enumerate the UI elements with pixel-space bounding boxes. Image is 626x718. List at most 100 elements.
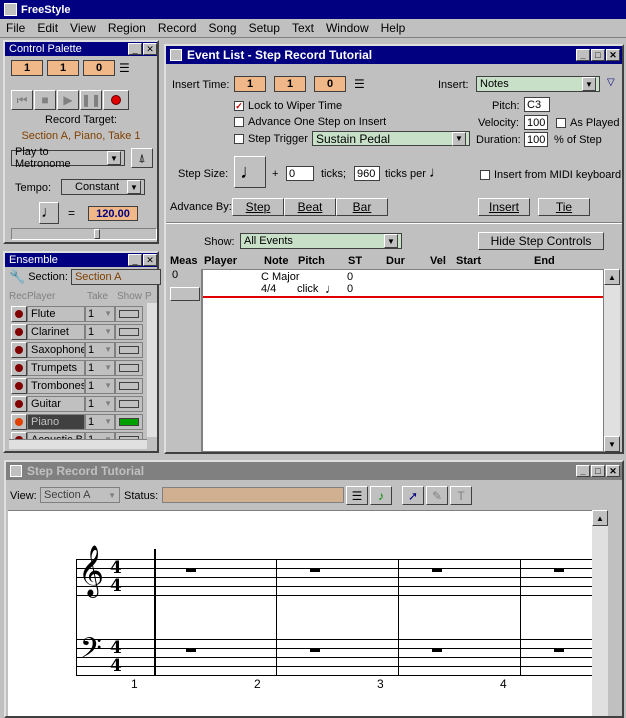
close-icon[interactable]: ✕ <box>606 49 620 61</box>
menu-edit[interactable]: Edit <box>31 21 64 35</box>
player-name[interactable]: Trombones <box>27 377 85 394</box>
menu-region[interactable]: Region <box>102 21 152 35</box>
menu-window[interactable]: Window <box>320 21 375 35</box>
chevron-down-icon[interactable]: ▼ <box>104 345 114 354</box>
take-select[interactable]: 1▼ <box>85 395 115 412</box>
pitch-input[interactable]: C3 <box>524 97 550 112</box>
take-select[interactable]: 1▼ <box>85 341 115 358</box>
show-toggle[interactable] <box>115 377 143 394</box>
meas-handle[interactable] <box>170 287 200 301</box>
ticks-per-input[interactable]: 960 <box>354 166 380 181</box>
view-select[interactable]: Section A ▼ <box>40 487 120 503</box>
record-enable-icon[interactable] <box>11 413 27 430</box>
menu-view[interactable]: View <box>64 21 102 35</box>
staff-icon[interactable]: ☰ <box>346 486 368 505</box>
rewind-icon[interactable]: ⏮ <box>11 90 33 110</box>
player-name[interactable]: Saxophone <box>27 341 85 358</box>
ensemble-row[interactable]: Trumpets 1 ▼ <box>11 359 153 376</box>
chevron-down-icon[interactable]: ▼ <box>104 381 114 390</box>
pause-icon[interactable]: ❚❚ <box>80 90 102 110</box>
ensemble-row[interactable]: Guitar 1 ▼ <box>11 395 153 412</box>
record-enable-icon[interactable] <box>11 341 27 358</box>
take-select[interactable]: 1▼ <box>85 323 115 340</box>
show-toggle[interactable] <box>115 359 143 376</box>
step-button[interactable]: Step <box>232 198 284 216</box>
counter-bar[interactable]: 1 <box>11 60 43 76</box>
step-trigger-select[interactable]: Sustain Pedal ▼ <box>312 131 470 146</box>
take-select[interactable]: 1▼ <box>85 305 115 322</box>
scroll-up-icon[interactable]: ▲ <box>604 269 620 285</box>
player-name[interactable]: Trumpets <box>27 359 85 376</box>
beat-button[interactable]: Beat <box>284 198 336 216</box>
close-icon[interactable]: ✕ <box>143 43 157 55</box>
tempo-mode-select[interactable]: Constant ▼ <box>61 179 145 195</box>
record-enable-icon[interactable] <box>11 377 27 394</box>
close-icon[interactable]: ✕ <box>606 465 620 477</box>
insert-time-tick[interactable]: 0 <box>314 76 346 92</box>
menu-text[interactable]: Text <box>286 21 320 35</box>
minimize-icon[interactable]: _ <box>128 254 142 266</box>
tie-button[interactable]: Tie <box>538 198 590 216</box>
scroll-up-icon[interactable]: ▲ <box>592 510 608 526</box>
advance-checkbox[interactable]: Advance One Step on Insert <box>234 116 386 128</box>
hide-step-controls-button[interactable]: Hide Step Controls <box>478 232 604 250</box>
scroll-down-icon[interactable]: ▼ <box>604 436 620 452</box>
list-icon[interactable]: ☰ <box>354 77 365 91</box>
stop-icon[interactable]: ■ <box>34 90 56 110</box>
insert-button[interactable]: Insert <box>478 198 530 216</box>
show-toggle[interactable] <box>115 395 143 412</box>
show-select[interactable]: All Events ▼ <box>240 233 402 249</box>
minimize-icon[interactable]: _ <box>576 49 590 61</box>
show-toggle[interactable] <box>115 341 143 358</box>
quarter-note-icon[interactable]: ♩ <box>39 202 59 224</box>
chevron-down-icon[interactable]: ▼ <box>127 180 141 194</box>
section-select[interactable]: Section A <box>70 269 161 285</box>
take-select[interactable]: 1▼ <box>85 359 115 376</box>
chevron-down-icon[interactable]: ▼ <box>452 131 466 146</box>
player-name[interactable]: Guitar <box>27 395 85 412</box>
menu-help[interactable]: Help <box>375 21 412 35</box>
event-row[interactable]: C Major 0 <box>203 271 603 283</box>
ensemble-hscroll[interactable] <box>9 439 147 449</box>
menu-file[interactable]: File <box>0 21 31 35</box>
wrench-icon[interactable]: 🔧 <box>9 269 25 285</box>
chevron-down-icon[interactable]: ▼ <box>108 491 116 500</box>
list-icon[interactable]: ☰ <box>119 61 130 75</box>
tempo-value[interactable]: 120.00 <box>88 206 138 221</box>
chevron-down-icon[interactable]: ▼ <box>104 417 114 426</box>
player-name[interactable]: Piano <box>27 413 85 430</box>
insert-select[interactable]: Notes ▼ <box>476 76 600 92</box>
chevron-down-icon[interactable]: ▼ <box>104 309 114 318</box>
pointer-icon[interactable]: ➚ <box>402 486 424 505</box>
chevron-down-icon[interactable]: ▼ <box>107 151 121 165</box>
record-icon[interactable] <box>103 90 129 110</box>
menu-song[interactable]: Song <box>203 21 243 35</box>
tempo-slider[interactable] <box>11 228 157 240</box>
show-toggle[interactable] <box>115 305 143 322</box>
ensemble-row[interactable]: Flute 1 ▼ <box>11 305 153 322</box>
ensemble-row[interactable]: Piano 1 ▼ <box>11 413 153 430</box>
ensemble-row[interactable]: Trombones 1 ▼ <box>11 377 153 394</box>
minimize-icon[interactable]: _ <box>128 43 142 55</box>
record-enable-icon[interactable] <box>11 323 27 340</box>
take-select[interactable]: 1▼ <box>85 413 115 430</box>
player-name[interactable]: Flute <box>27 305 85 322</box>
metronome-select[interactable]: Play to Metronome ▼ <box>11 146 125 170</box>
show-toggle[interactable] <box>115 323 143 340</box>
maximize-icon[interactable]: □ <box>591 49 605 61</box>
chevron-down-icon[interactable]: ▼ <box>582 77 596 91</box>
show-toggle[interactable] <box>115 413 143 430</box>
pencil-icon[interactable]: ✎ <box>426 486 448 505</box>
menu-record[interactable]: Record <box>152 21 203 35</box>
counter-beat[interactable]: 1 <box>47 60 79 76</box>
insert-time-bar[interactable]: 1 <box>234 76 266 92</box>
close-icon[interactable]: ✕ <box>143 254 157 266</box>
note-tool-icon[interactable]: ♪ <box>370 486 392 505</box>
velocity-input[interactable]: 100 <box>524 115 548 130</box>
insert-time-beat[interactable]: 1 <box>274 76 306 92</box>
maximize-icon[interactable]: □ <box>591 465 605 477</box>
minimize-icon[interactable]: _ <box>576 465 590 477</box>
as-played-checkbox[interactable]: As Played <box>556 117 620 129</box>
player-name[interactable]: Clarinet <box>27 323 85 340</box>
record-enable-icon[interactable] <box>11 395 27 412</box>
